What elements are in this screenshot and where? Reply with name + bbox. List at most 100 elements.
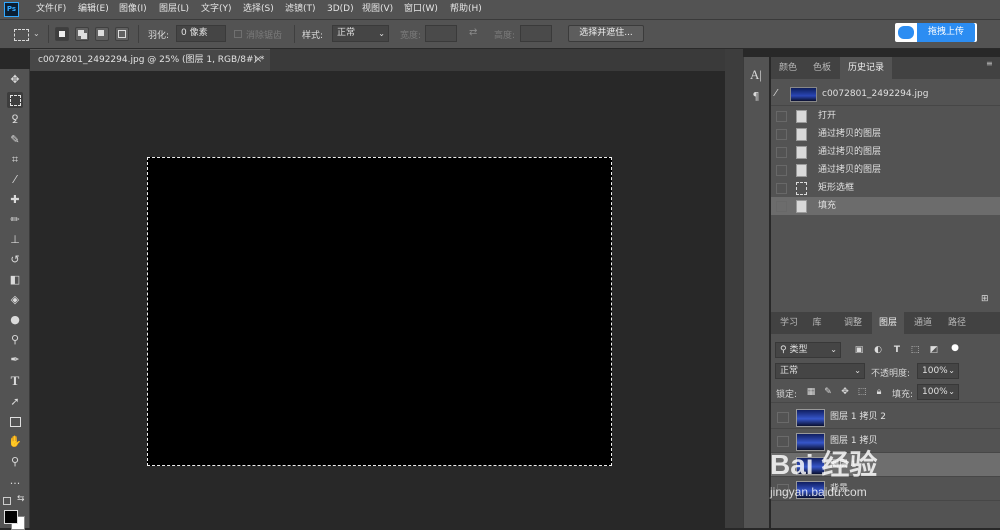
panel-menu-icon[interactable]: ≡ bbox=[986, 59, 993, 68]
layer-row[interactable]: 图层 1 拷贝 2 bbox=[771, 405, 1000, 429]
foreground-color-swatch[interactable] bbox=[4, 510, 18, 524]
lock-artboard-icon[interactable]: ⬚ bbox=[856, 386, 868, 398]
paint-bucket-tool-icon[interactable]: ◈ bbox=[7, 292, 23, 308]
tab-color[interactable]: 颜色 bbox=[774, 57, 802, 79]
document-icon bbox=[796, 200, 807, 213]
chevron-down-icon[interactable]: ⌄ bbox=[33, 29, 40, 38]
type-filter-icon[interactable]: T bbox=[891, 344, 903, 356]
feather-input[interactable]: 0 像素 bbox=[176, 25, 226, 42]
rectangle-tool-icon[interactable] bbox=[7, 414, 23, 430]
opacity-value: 100% bbox=[922, 366, 948, 376]
tab-channels[interactable]: 通道 bbox=[908, 312, 938, 334]
select-and-mask-button[interactable]: 选择并遮住... bbox=[568, 25, 644, 42]
dodge-tool-icon[interactable]: ⚲ bbox=[7, 332, 23, 348]
eraser-tool-icon[interactable]: ◧ bbox=[7, 272, 23, 288]
style-select[interactable]: 正常 ⌄ bbox=[332, 25, 389, 42]
history-item-selected[interactable]: 填充 bbox=[771, 197, 1000, 215]
menu-3d[interactable]: 3D(D) bbox=[327, 0, 354, 19]
menu-view[interactable]: 视图(V) bbox=[362, 0, 393, 19]
intersect-selection-icon[interactable] bbox=[115, 27, 129, 41]
fill-input[interactable]: 100% ⌄ bbox=[917, 384, 959, 400]
opacity-label: 不透明度: bbox=[871, 369, 911, 379]
blend-mode-value: 正常 bbox=[780, 366, 799, 376]
brush-tool-icon[interactable]: ✏ bbox=[7, 212, 23, 228]
tab-layers[interactable]: 图层 bbox=[872, 312, 904, 334]
add-selection-icon[interactable] bbox=[75, 27, 89, 41]
document-canvas-selection[interactable] bbox=[147, 157, 612, 466]
history-brush-source-icon[interactable]: ⁄ bbox=[775, 88, 777, 99]
height-input[interactable] bbox=[520, 25, 552, 42]
menu-window[interactable]: 窗口(W) bbox=[404, 0, 438, 19]
smart-object-filter-icon[interactable]: ◩ bbox=[928, 344, 940, 356]
swap-icon[interactable]: ⇄ bbox=[469, 27, 477, 38]
character-panel-icon[interactable]: A| bbox=[749, 68, 763, 82]
menu-help[interactable]: 帮助(H) bbox=[450, 0, 482, 19]
subtract-selection-icon[interactable] bbox=[95, 27, 109, 41]
quick-selection-tool-icon[interactable]: ✎ bbox=[7, 132, 23, 148]
zoom-tool-icon[interactable]: ⚲ bbox=[7, 454, 23, 470]
opacity-input[interactable]: 100% ⌄ bbox=[917, 363, 959, 379]
document-tab[interactable]: c0072801_2492294.jpg @ 25% (图层 1, RGB/8#… bbox=[30, 49, 270, 71]
chevron-down-icon: ⌄ bbox=[854, 366, 861, 375]
move-tool-icon[interactable]: ✥ bbox=[7, 72, 23, 88]
menu-layer[interactable]: 图层(L) bbox=[159, 0, 189, 19]
history-item[interactable]: 通过拷贝的图层 bbox=[771, 125, 1000, 143]
menu-type[interactable]: 文字(Y) bbox=[201, 0, 232, 19]
blur-tool-icon[interactable]: ● bbox=[7, 312, 23, 328]
document-icon bbox=[796, 146, 807, 159]
crop-tool-icon[interactable]: ⌗ bbox=[7, 152, 23, 168]
style-value: 正常 bbox=[337, 28, 356, 38]
lock-position-icon[interactable]: ✥ bbox=[839, 386, 851, 398]
more-tools-icon[interactable]: ··· bbox=[7, 476, 23, 492]
pixel-filter-icon[interactable]: ▣ bbox=[853, 344, 865, 356]
marquee-preset-icon[interactable] bbox=[14, 29, 29, 41]
clone-stamp-tool-icon[interactable]: ⊥ bbox=[7, 232, 23, 248]
width-input[interactable] bbox=[425, 25, 457, 42]
tab-paths[interactable]: 路径 bbox=[942, 312, 972, 334]
tab-libraries[interactable]: 库 bbox=[806, 312, 828, 334]
menu-file[interactable]: 文件(F) bbox=[36, 0, 66, 19]
menu-filter[interactable]: 滤镜(T) bbox=[285, 0, 316, 19]
history-brush-tool-icon[interactable]: ↺ bbox=[7, 252, 23, 268]
visibility-icon[interactable] bbox=[777, 412, 789, 423]
healing-brush-tool-icon[interactable]: ✚ bbox=[7, 192, 23, 208]
lock-transparent-icon[interactable]: ▦ bbox=[805, 386, 817, 398]
filter-toggle-icon[interactable]: ● bbox=[949, 342, 961, 354]
shape-filter-icon[interactable]: ⬚ bbox=[909, 344, 921, 356]
divider bbox=[138, 25, 139, 43]
tab-learn[interactable]: 学习 bbox=[774, 312, 804, 334]
filter-value: 类型 bbox=[789, 345, 808, 355]
history-item[interactable]: 通过拷贝的图层 bbox=[771, 161, 1000, 179]
menu-select[interactable]: 选择(S) bbox=[243, 0, 274, 19]
menu-edit[interactable]: 编辑(E) bbox=[78, 0, 109, 19]
lasso-tool-icon[interactable]: ꝿ bbox=[7, 112, 23, 128]
cloud-upload-button[interactable]: 拖拽上传 bbox=[895, 23, 977, 42]
tab-history[interactable]: 历史记录 bbox=[840, 57, 892, 79]
default-colors-icon[interactable] bbox=[3, 497, 11, 505]
menu-image[interactable]: 图像(I) bbox=[119, 0, 147, 19]
new-snapshot-icon[interactable]: ⊞ bbox=[981, 294, 989, 304]
type-tool-icon[interactable]: T bbox=[7, 373, 23, 389]
document-icon bbox=[796, 110, 807, 123]
blend-mode-select[interactable]: 正常 ⌄ bbox=[775, 363, 865, 379]
rectangular-marquee-tool-icon[interactable] bbox=[7, 92, 23, 108]
antialias-checkbox[interactable] bbox=[234, 30, 242, 38]
paragraph-panel-icon[interactable]: ¶ bbox=[749, 90, 763, 104]
adjustment-filter-icon[interactable]: ◐ bbox=[872, 344, 884, 356]
pen-tool-icon[interactable]: ✒ bbox=[7, 352, 23, 368]
swap-colors-icon[interactable]: ⇆ bbox=[17, 494, 25, 504]
tab-swatches[interactable]: 色板 bbox=[806, 57, 838, 79]
history-item[interactable]: 矩形选框 bbox=[771, 179, 1000, 197]
tab-adjustments[interactable]: 调整 bbox=[838, 312, 868, 334]
width-label: 宽度: bbox=[400, 31, 422, 41]
lock-all-icon[interactable]: 🔒︎ bbox=[873, 386, 885, 398]
history-item[interactable]: 打开 bbox=[771, 107, 1000, 125]
hand-tool-icon[interactable]: ✋ bbox=[7, 434, 23, 450]
lock-image-icon[interactable]: ✎ bbox=[822, 386, 834, 398]
eyedropper-tool-icon[interactable]: ⁄ bbox=[7, 172, 23, 188]
new-selection-icon[interactable] bbox=[55, 27, 69, 41]
history-item[interactable]: 通过拷贝的图层 bbox=[771, 143, 1000, 161]
layer-filter-select[interactable]: ⚲ 类型 ⌄ bbox=[775, 342, 841, 358]
close-icon[interactable]: × bbox=[254, 49, 266, 71]
path-selection-tool-icon[interactable]: ➚ bbox=[7, 394, 23, 410]
